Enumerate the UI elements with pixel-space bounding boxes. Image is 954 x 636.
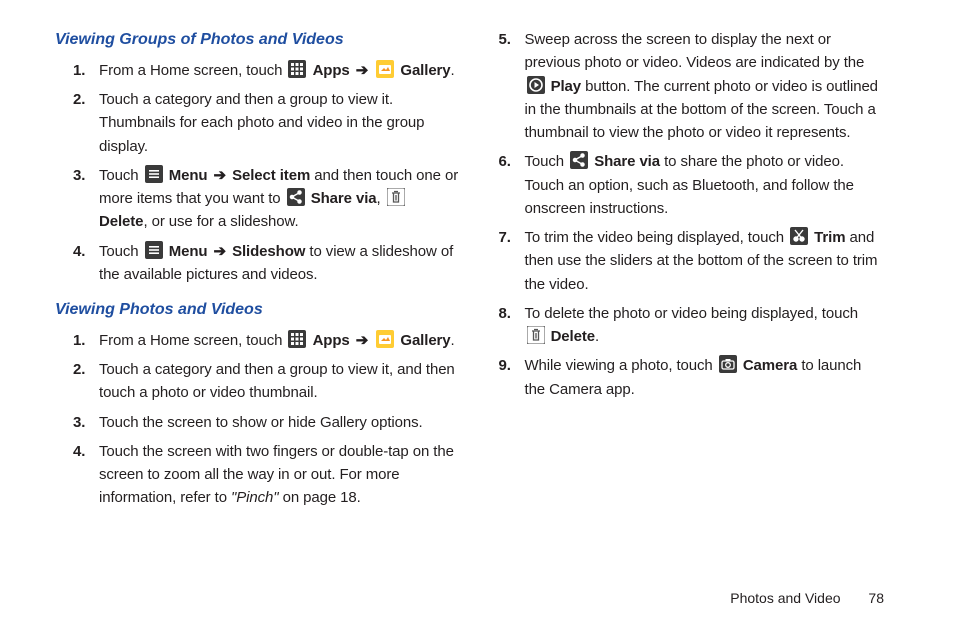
footer-section: Photos and Video (730, 590, 840, 606)
delete-label: Delete (99, 213, 143, 230)
select-item-label: Select item (232, 167, 310, 184)
right-column: Sweep across the screen to display the n… (481, 28, 885, 522)
text: , or use for a slideshow. (143, 213, 298, 230)
camera-label: Camera (743, 357, 797, 374)
trim-label: Trim (814, 229, 845, 246)
step-4: Touch the screen with two fingers or dou… (99, 440, 459, 510)
pinch-reference: "Pinch" (231, 489, 278, 506)
text: From a Home screen, touch (99, 332, 282, 349)
apps-grid-icon (288, 330, 306, 348)
apps-label: Apps (313, 62, 350, 79)
delete-icon (387, 188, 405, 206)
gallery-icon (376, 330, 394, 348)
delete-icon (527, 326, 545, 344)
text: . (451, 62, 455, 79)
step-2: Touch a category and then a group to vie… (99, 88, 459, 158)
text: To trim the video being displayed, touch (525, 229, 785, 246)
share-icon (287, 188, 305, 206)
text: Touch the screen to show or hide Gallery… (99, 414, 423, 431)
gallery-label: Gallery (400, 332, 450, 349)
step-2: Touch a category and then a group to vie… (99, 358, 459, 405)
camera-icon (719, 355, 737, 373)
text: To delete the photo or video being displ… (525, 305, 858, 322)
steps-continued: Sweep across the screen to display the n… (481, 28, 885, 401)
steps-groups: From a Home screen, touch Apps ➔ Gallery… (55, 59, 459, 286)
text: Touch a category and then a group to vie… (99, 361, 455, 401)
arrow-icon: ➔ (214, 167, 226, 184)
play-icon (527, 76, 545, 94)
text: . (595, 328, 599, 345)
step-3: Touch Menu ➔ Select item and then touch … (99, 164, 459, 234)
apps-grid-icon (288, 60, 306, 78)
text: Touch (525, 153, 565, 170)
arrow-icon: ➔ (356, 332, 368, 349)
menu-icon (145, 241, 163, 259)
text: . (451, 332, 455, 349)
text: Sweep across the screen to display the n… (525, 31, 865, 71)
gallery-icon (376, 60, 394, 78)
text: , (377, 190, 385, 207)
gallery-label: Gallery (400, 62, 450, 79)
step-5: Sweep across the screen to display the n… (525, 28, 885, 144)
text: Touch (99, 167, 139, 184)
step-4: Touch Menu ➔ Slideshow to view a slidesh… (99, 240, 459, 287)
arrow-icon: ➔ (356, 62, 368, 79)
page-number: 78 (868, 590, 884, 606)
apps-label: Apps (313, 332, 350, 349)
text: From a Home screen, touch (99, 62, 282, 79)
page-footer: Photos and Video 78 (730, 590, 884, 606)
menu-icon (145, 165, 163, 183)
menu-label: Menu (169, 167, 208, 184)
text: on page 18. (279, 489, 361, 506)
heading-viewing-groups: Viewing Groups of Photos and Videos (55, 28, 459, 53)
menu-label: Menu (169, 243, 208, 260)
text: While viewing a photo, touch (525, 357, 713, 374)
text: Touch a category and then a group to vie… (99, 91, 424, 155)
step-3: Touch the screen to show or hide Gallery… (99, 411, 459, 434)
delete-label: Delete (551, 328, 595, 345)
step-1: From a Home screen, touch Apps ➔ Gallery… (99, 329, 459, 352)
step-9: While viewing a photo, touch Camera to l… (525, 354, 885, 401)
arrow-icon: ➔ (214, 243, 226, 260)
step-8: To delete the photo or video being displ… (525, 302, 885, 349)
step-1: From a Home screen, touch Apps ➔ Gallery… (99, 59, 459, 82)
share-via-label: Share via (311, 190, 377, 207)
step-6: Touch Share via to share the photo or vi… (525, 150, 885, 220)
left-column: Viewing Groups of Photos and Videos From… (55, 28, 459, 522)
heading-viewing-photos: Viewing Photos and Videos (55, 298, 459, 323)
step-7: To trim the video being displayed, touch… (525, 226, 885, 296)
play-label: Play (551, 78, 581, 95)
trim-icon (790, 227, 808, 245)
steps-photos: From a Home screen, touch Apps ➔ Gallery… (55, 329, 459, 510)
text: Touch (99, 243, 139, 260)
share-via-label: Share via (594, 153, 660, 170)
slideshow-label: Slideshow (232, 243, 305, 260)
share-icon (570, 151, 588, 169)
